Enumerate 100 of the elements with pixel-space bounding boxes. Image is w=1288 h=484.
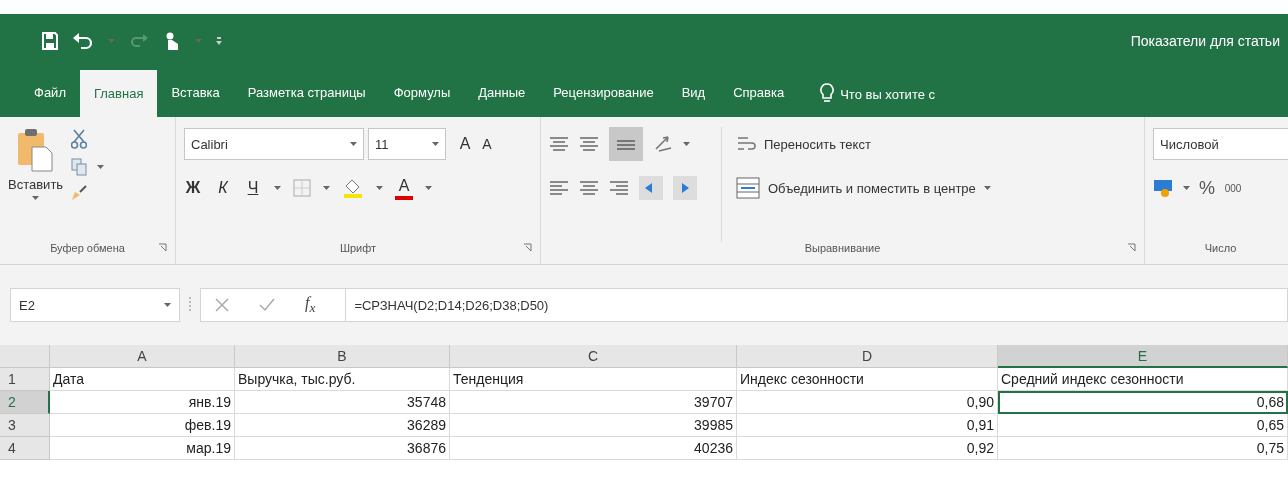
table-cell[interactable]: 39985 bbox=[450, 414, 737, 437]
table-cell[interactable]: 0,92 bbox=[737, 437, 998, 460]
caret-icon bbox=[425, 186, 432, 190]
thousands-button[interactable]: 000 bbox=[1224, 174, 1242, 202]
row-header[interactable]: 2 bbox=[0, 391, 50, 414]
font-color-button[interactable]: A bbox=[395, 176, 413, 200]
underline-button[interactable]: Ч bbox=[244, 174, 262, 202]
decrease-indent-icon[interactable] bbox=[639, 176, 663, 200]
table-cell[interactable]: Дата bbox=[50, 368, 235, 391]
table-cell[interactable]: 35748 bbox=[235, 391, 450, 414]
group-label: Буфер обмена bbox=[50, 242, 125, 254]
table-cell[interactable]: Средний индекс сезонности bbox=[998, 368, 1288, 391]
table-cell[interactable]: Выручка, тыс.руб. bbox=[235, 368, 450, 391]
caret-icon bbox=[323, 186, 330, 190]
shrink-font-button[interactable]: A bbox=[478, 130, 496, 158]
row-header[interactable]: 3 bbox=[0, 414, 50, 437]
align-icon[interactable] bbox=[579, 136, 599, 152]
paste-button[interactable]: Вставить bbox=[8, 177, 64, 192]
column-header[interactable]: B bbox=[235, 345, 450, 368]
window-title: Показатели для статьи bbox=[1130, 33, 1281, 49]
caret-icon bbox=[432, 142, 439, 146]
table-cell[interactable]: 36289 bbox=[235, 414, 450, 437]
font-size-field[interactable]: 11 bbox=[368, 128, 446, 160]
table-cell[interactable]: 40236 bbox=[450, 437, 737, 460]
ribbon-tab[interactable]: Главная bbox=[79, 70, 158, 117]
undo-icon[interactable] bbox=[72, 32, 94, 50]
row-header[interactable]: 1 bbox=[0, 368, 50, 391]
caret-icon bbox=[983, 186, 991, 190]
column-header[interactable]: C bbox=[450, 345, 737, 368]
align-icon[interactable] bbox=[579, 180, 599, 196]
ribbon-tab[interactable]: Формулы bbox=[379, 68, 465, 117]
cancel-icon[interactable] bbox=[215, 298, 229, 312]
table-cell[interactable]: фев.19 bbox=[50, 414, 235, 437]
table-cell[interactable]: янв.19 bbox=[50, 391, 235, 414]
ribbon-tab[interactable]: Разметка страницы bbox=[233, 68, 380, 117]
caret-icon bbox=[350, 142, 357, 146]
column-header[interactable]: E bbox=[998, 345, 1288, 368]
row-header[interactable]: 4 bbox=[0, 437, 50, 460]
table-cell[interactable]: мар.19 bbox=[50, 437, 235, 460]
merge-center-button[interactable]: Объединить и поместить в центре bbox=[768, 180, 976, 196]
caret-icon bbox=[274, 186, 281, 190]
caret-icon bbox=[376, 186, 383, 190]
grip-icon bbox=[188, 297, 192, 313]
ribbon-tab[interactable]: Вид bbox=[667, 68, 720, 117]
copy-icon[interactable] bbox=[71, 158, 88, 176]
save-icon[interactable] bbox=[42, 32, 58, 50]
fill-color-icon[interactable] bbox=[342, 178, 364, 198]
align-icon[interactable] bbox=[549, 180, 569, 196]
ribbon-tab[interactable]: Рецензирование bbox=[539, 68, 668, 117]
cut-icon[interactable] bbox=[71, 129, 88, 149]
wrap-text-button[interactable]: Переносить текст bbox=[764, 136, 871, 152]
grow-font-button[interactable]: A bbox=[456, 130, 474, 158]
align-icon[interactable] bbox=[549, 136, 569, 152]
table-cell[interactable]: 0,91 bbox=[737, 414, 998, 437]
column-header[interactable]: A bbox=[50, 345, 235, 368]
dialog-launcher-icon[interactable] bbox=[523, 243, 532, 252]
table-cell[interactable]: 0,90 bbox=[737, 391, 998, 414]
group-label: Число bbox=[1204, 242, 1237, 254]
insert-function-button[interactable]: f$_{x}$ bbox=[305, 293, 316, 317]
caret-icon bbox=[108, 39, 115, 43]
tell-me-field[interactable]: Что вы хотите с bbox=[840, 87, 936, 102]
enter-icon[interactable] bbox=[259, 298, 275, 312]
ribbon-tab[interactable]: Файл bbox=[20, 68, 80, 117]
caret-icon bbox=[164, 303, 171, 307]
caret-icon bbox=[195, 39, 202, 43]
table-cell[interactable]: 0,68 bbox=[998, 391, 1288, 414]
percent-button[interactable]: % bbox=[1198, 174, 1216, 202]
column-header[interactable]: D bbox=[737, 345, 998, 368]
ribbon-tab[interactable]: Данные bbox=[464, 68, 540, 117]
group-label: Выравнивание bbox=[804, 242, 881, 254]
table-cell[interactable]: Индекс сезонности bbox=[737, 368, 998, 391]
table-cell[interactable]: 0,75 bbox=[998, 437, 1288, 460]
name-box[interactable]: E2 bbox=[10, 288, 180, 322]
dialog-launcher-icon[interactable] bbox=[1127, 243, 1136, 252]
caret-icon bbox=[1183, 186, 1190, 190]
customize-icon[interactable] bbox=[216, 36, 222, 46]
paste-icon[interactable] bbox=[15, 127, 56, 173]
table-cell[interactable]: Тенденция bbox=[450, 368, 737, 391]
italic-button[interactable]: К bbox=[214, 174, 232, 202]
number-format-field[interactable]: Числовой bbox=[1153, 128, 1288, 160]
merge-icon[interactable] bbox=[736, 177, 760, 199]
font-name-field[interactable]: Calibri bbox=[184, 128, 364, 160]
table-cell[interactable]: 0,65 bbox=[998, 414, 1288, 437]
increase-indent-icon[interactable] bbox=[673, 176, 697, 200]
dialog-launcher-icon[interactable] bbox=[158, 243, 167, 252]
lightbulb-icon[interactable] bbox=[820, 83, 835, 103]
table-cell[interactable]: 39707 bbox=[450, 391, 737, 414]
bold-button[interactable]: Ж bbox=[184, 174, 202, 202]
ribbon-tab[interactable]: Вставка bbox=[157, 68, 234, 117]
formula-field[interactable]: =СРЗНАЧ(D2;D14;D26;D38;D50) bbox=[345, 288, 1287, 322]
caret-icon bbox=[97, 165, 105, 169]
align-icon[interactable] bbox=[609, 180, 629, 196]
caret-icon bbox=[32, 196, 40, 200]
middle-align-icon[interactable] bbox=[609, 127, 643, 161]
format-painter-icon[interactable] bbox=[71, 185, 88, 201]
currency-icon[interactable] bbox=[1153, 178, 1175, 198]
orientation-icon[interactable] bbox=[653, 134, 673, 154]
table-cell[interactable]: 36876 bbox=[235, 437, 450, 460]
ribbon-tab[interactable]: Справка bbox=[719, 68, 799, 117]
group-label: Шрифт bbox=[339, 242, 377, 254]
